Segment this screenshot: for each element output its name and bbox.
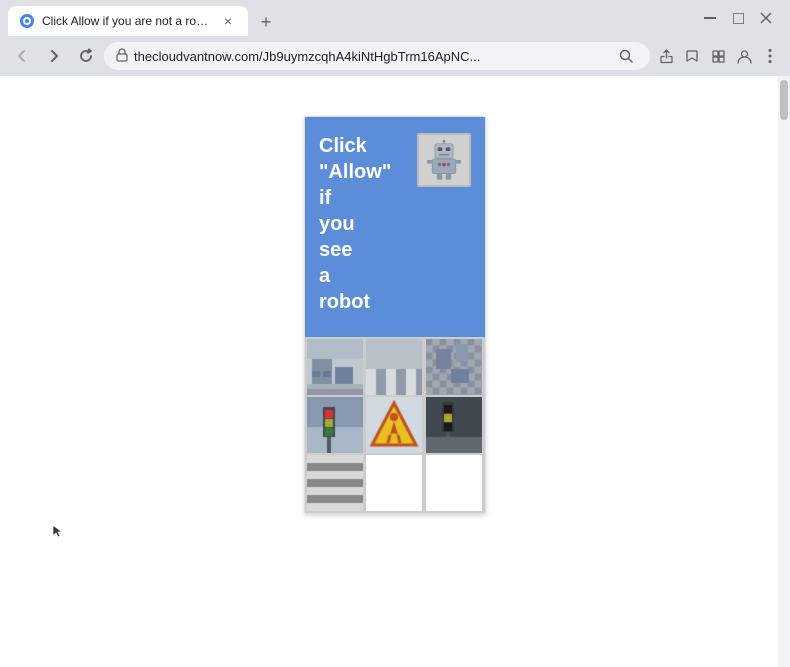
tab-favicon (20, 14, 34, 28)
account-icon[interactable] (732, 44, 756, 68)
captcha-header: Click "Allow" if you see a robot (305, 117, 485, 337)
grid-image-7 (307, 455, 363, 511)
robot-illustration (426, 140, 462, 180)
captcha-line1: Click (319, 135, 367, 157)
captcha-line3: if (319, 187, 331, 209)
grid-cell-3[interactable] (426, 339, 482, 395)
bookmark-icon[interactable] (680, 44, 704, 68)
captcha-line7: robot (319, 291, 370, 313)
grid-cell-2[interactable] (366, 339, 422, 395)
captcha-line6: a (319, 265, 330, 287)
captcha-card: Click "Allow" if you see a robot (304, 116, 486, 514)
tab-close-button[interactable]: × (220, 13, 236, 29)
captcha-text: Click "Allow" if you see a robot (319, 133, 409, 315)
grid-image-5 (366, 397, 422, 453)
grid-image-1 (307, 339, 363, 395)
grid-image-6 (426, 397, 482, 453)
page-inner: Click "Allow" if you see a robot (0, 76, 790, 554)
extensions-icon[interactable] (706, 44, 730, 68)
share-icon[interactable] (654, 44, 678, 68)
active-tab[interactable]: Click Allow if you are not a robot × (8, 6, 248, 36)
scrollbar[interactable] (778, 76, 790, 667)
grid-image-4 (307, 397, 363, 453)
robot-thumbnail (417, 133, 471, 187)
tab-strip: Click Allow if you are not a robot × + (8, 0, 702, 36)
tab-title: Click Allow if you are not a robot (42, 14, 212, 28)
grid-cell-8-empty (366, 455, 422, 511)
back-button[interactable] (8, 42, 36, 70)
grid-cell-7[interactable] (307, 455, 363, 511)
grid-cell-6[interactable] (426, 397, 482, 453)
grid-cell-1[interactable] (307, 339, 363, 395)
minimize-button[interactable] (702, 10, 718, 26)
address-bar: thecloudvantnow.com/Jb9uymzcqhA4kiNtHgbT… (0, 36, 790, 76)
grid-cell-5[interactable] (366, 397, 422, 453)
captcha-line4: you (319, 213, 355, 235)
page-content: Click "Allow" if you see a robot (0, 76, 790, 667)
url-text: thecloudvantnow.com/Jb9uymzcqhA4kiNtHgbT… (134, 49, 608, 64)
search-icon[interactable] (614, 44, 638, 68)
grid-image-2 (366, 339, 422, 395)
captcha-image-grid (305, 337, 485, 513)
address-box[interactable]: thecloudvantnow.com/Jb9uymzcqhA4kiNtHgbT… (104, 42, 650, 70)
grid-image-3 (426, 339, 482, 395)
maximize-button[interactable] (730, 10, 746, 26)
grid-cell-9-empty (426, 455, 482, 511)
title-bar: Click Allow if you are not a robot × + (0, 0, 790, 36)
new-tab-button[interactable]: + (252, 8, 280, 36)
captcha-line5: see (319, 239, 352, 261)
browser-window: Click Allow if you are not a robot × + (0, 0, 790, 667)
address-actions (654, 44, 782, 68)
menu-icon[interactable] (758, 44, 782, 68)
scrollbar-thumb[interactable] (780, 80, 788, 120)
grid-cell-4[interactable] (307, 397, 363, 453)
forward-button[interactable] (40, 42, 68, 70)
close-window-button[interactable] (758, 10, 774, 26)
reload-button[interactable] (72, 42, 100, 70)
lock-icon (116, 48, 128, 65)
captcha-line2: "Allow" (319, 161, 391, 183)
window-controls (702, 10, 782, 26)
